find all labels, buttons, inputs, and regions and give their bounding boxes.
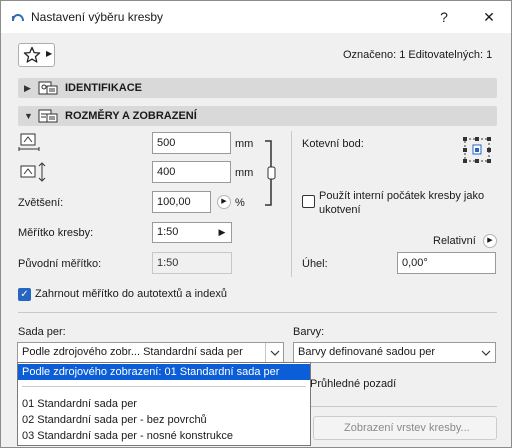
vertical-divider	[291, 131, 292, 277]
drawing-scale-label: Měřítko kresby:	[18, 227, 94, 239]
include-scale-label: Zahrnout měřítko do autotextů a indexů	[35, 288, 228, 300]
horizontal-divider	[18, 312, 497, 313]
angle-label: Úhel:	[302, 258, 328, 270]
chevron-right-icon: ▶	[24, 83, 31, 93]
use-origin-label: Použít interní počátek kresby jako ukotv…	[319, 190, 485, 216]
include-scale-checkbox[interactable]: ✓	[18, 288, 31, 301]
size-display-icon	[36, 108, 60, 127]
app-icon	[10, 8, 26, 27]
proportion-lock-icon[interactable]	[263, 139, 279, 210]
colors-value: Barvy definované sadou per	[298, 346, 435, 358]
width-icon	[18, 132, 42, 155]
dialog-window: Nastavení výběru kresby ? ✕ ▶ Označeno: …	[0, 0, 512, 448]
help-button[interactable]: ?	[429, 5, 459, 29]
title-bar: Nastavení výběru kresby ? ✕	[1, 1, 511, 33]
section-size-display[interactable]: ▼ ROZMĚRY A ZOBRAZENÍ	[18, 106, 497, 126]
colors-label: Barvy:	[293, 326, 325, 338]
dropdown-separator	[18, 381, 310, 389]
angle-input[interactable]: 0,00°	[397, 252, 496, 274]
section-identification[interactable]: ▶ IDENTIFIKACE	[18, 78, 497, 98]
relative-label: Relativní	[433, 235, 476, 247]
scale-label: Zvětšení:	[18, 197, 64, 209]
original-scale-label: Původní měřítko:	[18, 258, 102, 270]
window-title: Nastavení výběru kresby	[31, 10, 164, 24]
scale-input[interactable]: 100,00	[152, 191, 211, 213]
relative-options-button[interactable]: ▶	[483, 234, 497, 248]
chevron-right-icon: ▶	[218, 227, 226, 237]
colors-select[interactable]: Barvy definované sadou per	[293, 342, 496, 363]
layers-button-label: Zobrazení vrstev kresby...	[344, 422, 470, 434]
transparent-bg-label: Průhledné pozadí	[310, 378, 397, 390]
use-origin-checkbox[interactable]	[302, 195, 315, 208]
scale-options-button[interactable]: ▶	[217, 195, 231, 209]
chevron-down-icon	[265, 343, 283, 362]
pen-set-select[interactable]: Podle zdrojového zobr... Standardní sada…	[17, 342, 284, 363]
original-scale-value: 1:50	[152, 252, 232, 274]
chevron-down-icon	[477, 343, 495, 362]
selection-info: Označeno: 1 Editovatelných: 1	[343, 49, 493, 61]
dropdown-divider	[22, 386, 306, 387]
width-unit: mm	[235, 138, 254, 150]
pen-set-dropdown-list: Podle zdrojového zobrazení: 01 Standardn…	[17, 362, 311, 446]
drawing-scale-value: 1:50	[157, 226, 179, 238]
scale-unit: %	[235, 197, 245, 209]
chevron-down-icon: ▼	[24, 111, 33, 121]
close-button[interactable]: ✕	[474, 5, 504, 29]
height-input[interactable]: 400	[152, 161, 231, 183]
section-identification-label: IDENTIFIKACE	[65, 82, 142, 94]
chevron-right-icon: ▶	[46, 49, 53, 58]
anchor-point-grid[interactable]	[459, 133, 495, 170]
anchor-label: Kotevní bod:	[302, 138, 364, 150]
pen-set-label: Sada per:	[18, 326, 66, 338]
layers-button[interactable]: Zobrazení vrstev kresby...	[313, 416, 497, 440]
pen-set-value: Podle zdrojového zobr... Standardní sada…	[22, 346, 243, 358]
drawing-scale-select[interactable]: 1:50 ▶	[152, 222, 232, 243]
star-icon	[23, 46, 41, 67]
dropdown-item[interactable]: 02 Standardní sada per - bez povrchů	[18, 412, 310, 428]
section-size-display-label: ROZMĚRY A ZOBRAZENÍ	[65, 110, 197, 122]
width-input[interactable]: 500	[152, 132, 231, 154]
dropdown-item[interactable]: 01 Standardní sada per	[18, 396, 310, 412]
favorites-button[interactable]: ▶	[18, 43, 55, 67]
height-unit: mm	[235, 167, 254, 179]
dropdown-item[interactable]: 03 Standardní sada per - nosné konstrukc…	[18, 428, 310, 444]
identification-icon	[36, 80, 60, 99]
dropdown-item[interactable]: Podle zdrojového zobrazení: 01 Standardn…	[18, 364, 310, 380]
height-icon	[18, 162, 48, 185]
